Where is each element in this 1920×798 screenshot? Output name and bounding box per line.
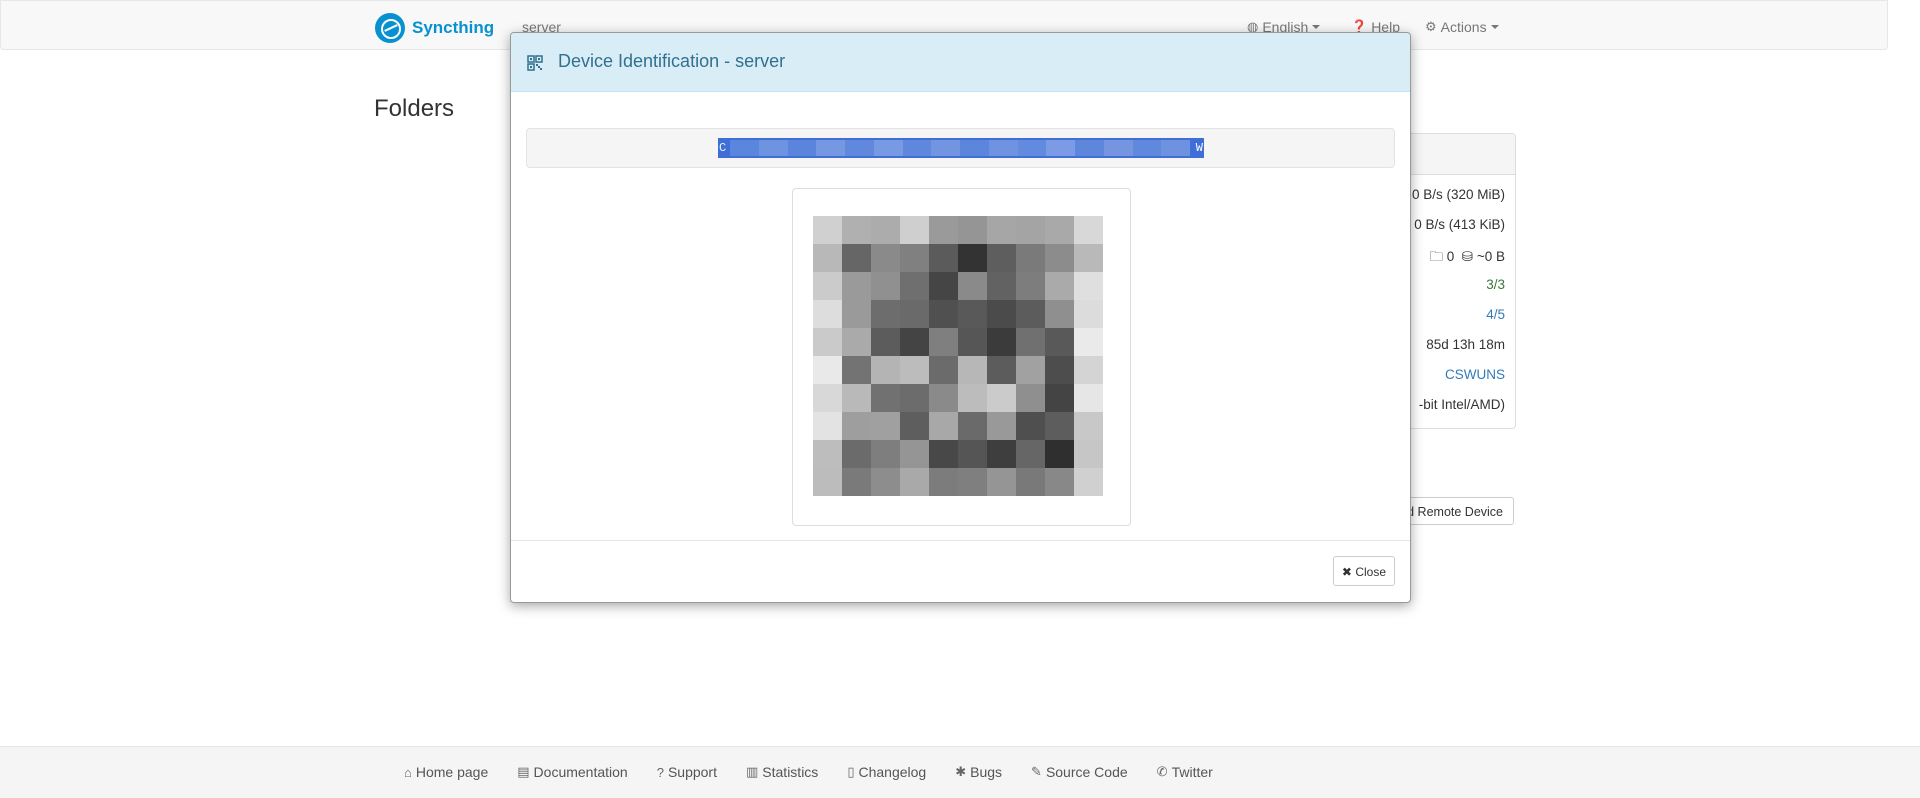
close-button[interactable]: ✖ Close	[1332, 556, 1395, 586]
folders-heading: Folders	[374, 95, 455, 122]
footer-link-label: Documentation	[533, 764, 628, 780]
footer: ⌂ Home page ▤ Documentation ? Support ▥ Stat…	[0, 746, 1920, 798]
device-id-start: C	[719, 141, 727, 155]
hdd-icon: ⛁	[1461, 249, 1474, 264]
footer-link-changelog[interactable]: ▯ Changelog	[847, 764, 926, 780]
local-state: 🗀 0 ⛁ ~0 B	[1429, 247, 1505, 270]
wrench-icon: ✎	[1031, 764, 1042, 779]
footer-link-bugs[interactable]: ✱ Bugs	[955, 764, 1002, 780]
local-state-dirs: 0	[1446, 249, 1455, 264]
gear-icon: ⚙	[1425, 19, 1437, 34]
modal-title: Device Identification - server	[558, 51, 786, 71]
brand[interactable]: Syncthing	[375, 13, 494, 43]
twitter-icon: ✆	[1156, 764, 1168, 779]
footer-link-support[interactable]: ? Support	[657, 764, 717, 780]
footer-link-source-code[interactable]: ✎ Source Code	[1031, 764, 1128, 780]
close-button-label: Close	[1355, 565, 1386, 579]
syncthing-logo-icon	[375, 13, 405, 43]
question-circle-icon: ?	[656, 764, 664, 780]
discovery-value[interactable]: 4/5	[1486, 307, 1505, 322]
folder-icon: 🗀	[1429, 249, 1443, 264]
actions-dropdown[interactable]: ⚙ Actions	[1425, 19, 1499, 35]
modal-footer: ✖ Close	[511, 540, 1410, 603]
device-id-text[interactable]: C W	[718, 138, 1204, 158]
home-icon: ⌂	[404, 764, 412, 780]
footer-link-home-page[interactable]: ⌂ Home page	[404, 764, 488, 780]
footer-links: ⌂ Home page ▤ Documentation ? Support ▥ Stat…	[404, 764, 1242, 780]
upload-rate: 0 B/s (413 KiB)	[1414, 217, 1505, 232]
footer-link-label: Statistics	[762, 764, 819, 780]
local-state-size: ~0 B	[1476, 249, 1505, 264]
footer-link-label: Home page	[415, 764, 489, 780]
file-text-icon: ▯	[847, 764, 855, 779]
device-id-well: C W	[526, 128, 1395, 168]
book-icon: ▤	[517, 764, 530, 779]
device-id-end: W	[1195, 141, 1203, 155]
qrcode-icon	[527, 55, 543, 71]
caret-down-icon	[1312, 25, 1321, 29]
version-value: -bit Intel/AMD)	[1418, 397, 1505, 412]
listeners-value[interactable]: 3/3	[1486, 277, 1505, 292]
footer-link-statistics[interactable]: ▥ Statistics	[746, 764, 818, 780]
device-identification-modal: Device Identification - server C W ✖ Clo…	[510, 32, 1411, 603]
modal-header: Device Identification - server	[511, 33, 1410, 92]
download-rate: 0 B/s (320 MiB)	[1411, 187, 1505, 202]
bar-chart-icon: ▥	[746, 764, 759, 779]
bug-icon: ✱	[955, 764, 967, 779]
caret-down-icon	[1490, 25, 1499, 29]
device-id-redacted	[730, 140, 1190, 156]
footer-link-twitter[interactable]: ✆ Twitter	[1157, 764, 1213, 780]
brand-name: Syncthing	[412, 18, 495, 37]
identification-value[interactable]: CSWUNS	[1445, 367, 1505, 382]
footer-link-documentation[interactable]: ▤ Documentation	[517, 764, 627, 780]
footer-link-label: Bugs	[970, 764, 1003, 780]
close-icon: ✖	[1341, 565, 1352, 579]
actions-label: Actions	[1440, 19, 1487, 35]
qr-code-image	[813, 216, 1103, 496]
footer-link-label: Changelog	[858, 764, 927, 780]
footer-link-label: Twitter	[1171, 764, 1213, 780]
footer-link-label: Source Code	[1045, 764, 1128, 780]
qr-code-frame	[792, 188, 1131, 526]
footer-link-label: Support	[667, 764, 717, 780]
uptime-value: 85d 13h 18m	[1426, 337, 1505, 352]
